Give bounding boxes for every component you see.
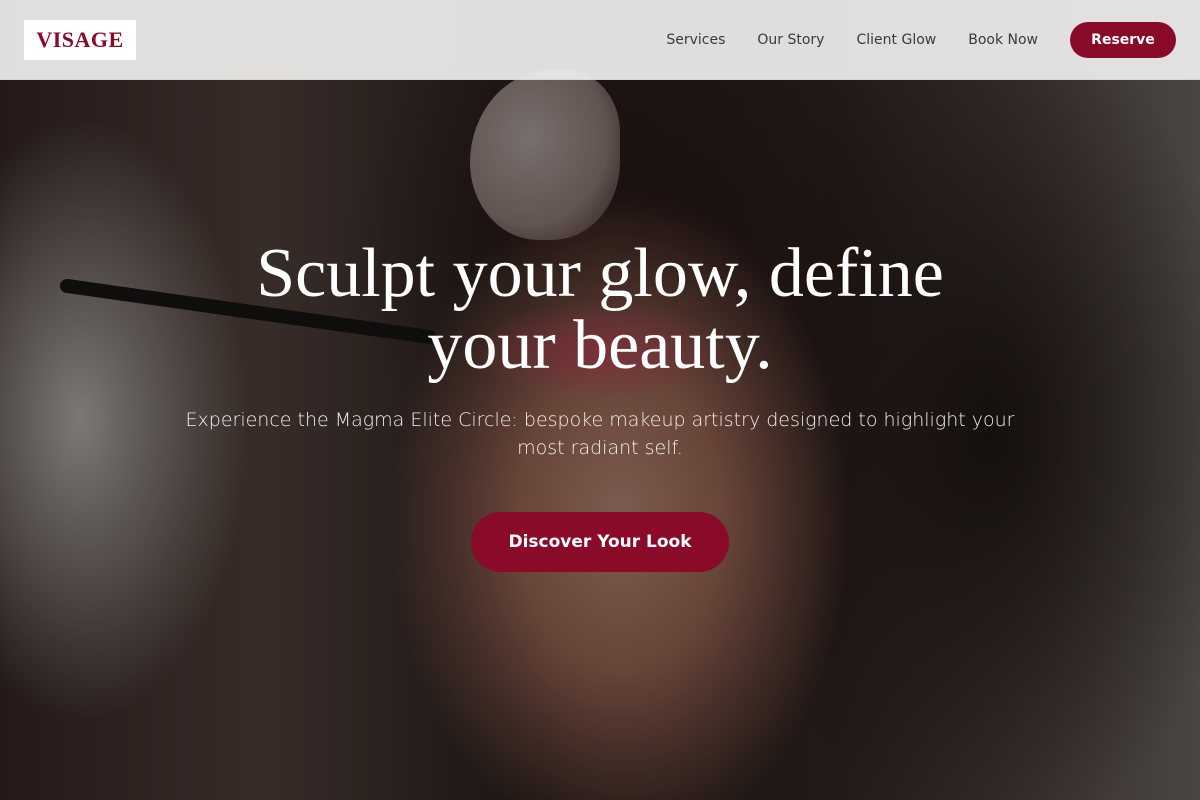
- hero-content: Sculpt your glow, define your beauty. Ex…: [0, 238, 1200, 572]
- nav-link-client-glow[interactable]: Client Glow: [856, 32, 936, 48]
- site-logo[interactable]: VISAGE: [24, 19, 136, 60]
- nav-link-book-now[interactable]: Book Now: [968, 32, 1038, 48]
- main-nav: Services Our Story Client Glow Book Now …: [634, 21, 1176, 58]
- discover-look-button[interactable]: Discover Your Look: [471, 512, 729, 572]
- nav-link-our-story[interactable]: Our Story: [757, 32, 824, 48]
- nav-link-services[interactable]: Services: [666, 32, 725, 48]
- site-header: VISAGE Services Our Story Client Glow Bo…: [0, 0, 1200, 80]
- hero-subheadline: Experience the Magma Elite Circle: bespo…: [185, 409, 1015, 459]
- reserve-button[interactable]: Reserve: [1070, 21, 1176, 58]
- hero-headline: Sculpt your glow, define your beauty.: [256, 235, 944, 384]
